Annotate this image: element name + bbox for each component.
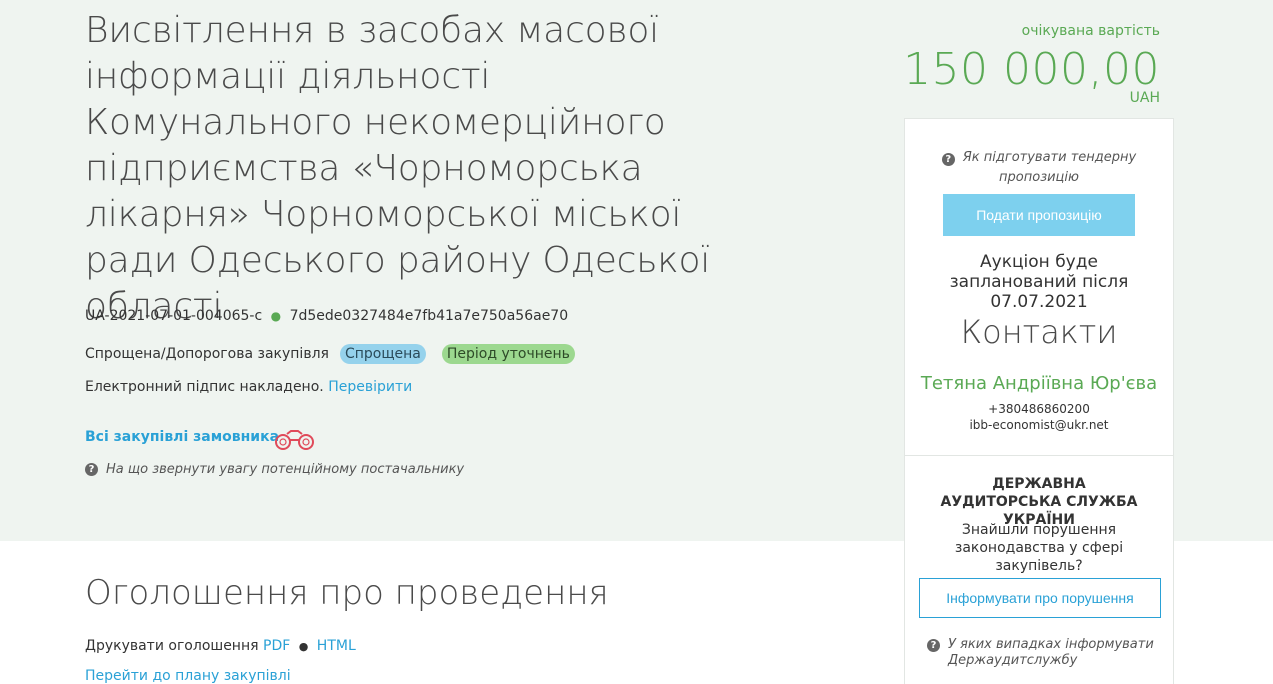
price-value: 150 000,00 xyxy=(903,44,1160,95)
signature-check-link[interactable]: Перевірити xyxy=(328,379,412,395)
supplier-hint-text: На що звернути увагу потенційному постач… xyxy=(106,462,465,477)
signature-row: Електронний підпис накладено. Перевірити xyxy=(85,379,412,395)
sidebar-panel: ? Як підготувати тендерну пропозицію Пода… xyxy=(904,118,1174,684)
contacts-title: Контакти xyxy=(960,313,1118,351)
question-circle-icon: ? xyxy=(941,153,955,166)
question-circle-icon: ? xyxy=(85,463,98,476)
status-badge: Період уточнень xyxy=(441,344,575,364)
proposal-hint-text: Як підготувати тендерну пропозицію xyxy=(962,150,1137,185)
panel-divider xyxy=(905,455,1173,456)
report-violation-button[interactable]: Інформувати про порушення xyxy=(919,578,1161,618)
tender-title: Висвітлення в засобах масової інформації… xyxy=(85,10,711,327)
proposal-hint[interactable]: ? Як підготувати тендерну пропозицію xyxy=(905,148,1173,188)
submit-proposal-button[interactable]: Подати пропозицію xyxy=(943,194,1135,236)
html-link[interactable]: HTML xyxy=(317,638,356,654)
audit-question: Знайшли порушення законодавства у сфері … xyxy=(954,522,1124,574)
binoculars-icon[interactable] xyxy=(273,428,317,456)
price-label: очікувана вартість xyxy=(1021,23,1160,39)
announcement-title: Оголошення про проведення xyxy=(85,573,609,613)
question-circle-icon: ? xyxy=(927,639,940,652)
supplier-hint[interactable]: ? На що звернути увагу потенційному пост… xyxy=(85,462,464,477)
contact-phone: +380486860200 xyxy=(988,402,1090,416)
separator-dot: ● xyxy=(270,309,282,323)
tender-id: UA-2021-07-01-004065-c xyxy=(85,308,263,324)
procurement-plan-link[interactable]: Перейти до плану закупівлі xyxy=(85,668,291,684)
pdf-link[interactable]: PDF xyxy=(263,638,290,654)
all-purchases-link[interactable]: Всі закупівлі замовника xyxy=(85,429,279,445)
audit-hint[interactable]: ? У яких випадках інформувати Держаудитс… xyxy=(927,637,1157,669)
signature-text: Електронний підпис накладено. xyxy=(85,379,324,395)
audit-hint-text: У яких випадках інформувати Держаудитслу… xyxy=(948,637,1154,668)
procurement-type: Спрощена/Допорогова закупівля xyxy=(85,346,329,362)
auction-date-text: Аукціон буде запланований після 07.07.20… xyxy=(949,252,1129,312)
price-currency: UAH xyxy=(1129,90,1160,106)
separator-dot: ● xyxy=(298,640,309,653)
procurement-type-row: Спрощена/Допорогова закупівля Спрощена П… xyxy=(85,344,575,364)
tender-hash: 7d5ede0327484e7fb41a7e750a56ae70 xyxy=(289,308,569,324)
print-row: Друкувати оголошення PDF ● HTML xyxy=(85,638,356,654)
contact-email: ibb-economist@ukr.net xyxy=(969,418,1109,432)
print-label: Друкувати оголошення xyxy=(85,638,259,654)
tender-ids: UA-2021-07-01-004065-c ● 7d5ede0327484e7… xyxy=(85,308,568,324)
contact-name: Тетяна Андріївна Юр'єва xyxy=(920,373,1158,394)
type-badge: Спрощена xyxy=(339,344,426,364)
